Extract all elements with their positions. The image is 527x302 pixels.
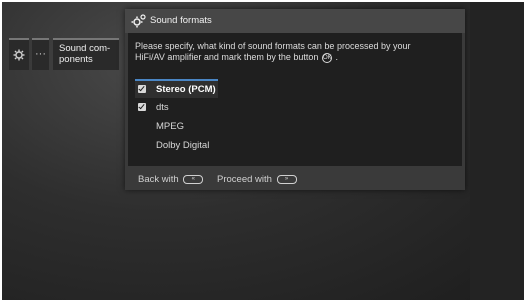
nav-sound-label-line1: Sound com-	[59, 43, 111, 54]
instruction-line-2: HiFi/AV amplifier and mark them by the b…	[135, 52, 455, 63]
dialog-footer: Back with « Proceed with »	[125, 168, 465, 190]
right-side-panel	[470, 2, 524, 300]
rewind-key-icon: «	[183, 174, 204, 184]
dialog-body: Please specify, what kind of sound forma…	[128, 33, 462, 166]
nav-sound-components-label: Sound com- ponents	[53, 40, 119, 65]
instruction-line-1: Please specify, what kind of sound forma…	[135, 41, 411, 51]
option-label: dts	[156, 102, 169, 113]
back-label: Back with	[138, 174, 179, 185]
option-label: Stereo (PCM)	[156, 84, 216, 95]
ok-button-icon: OK	[321, 52, 332, 63]
option-dts[interactable]: dts	[135, 98, 218, 117]
option-stereo-pcm[interactable]: Stereo (PCM)	[135, 79, 218, 98]
option-label: Dolby Digital	[156, 140, 210, 151]
sound-format-list: Stereo (PCM) dts MPEG Dolby Digital	[135, 79, 455, 155]
nav-sound-components-tile[interactable]: Sound com- ponents	[53, 38, 119, 70]
instruction-end: .	[335, 52, 338, 62]
sound-formats-dialog: Sound formats Please specify, what kind …	[125, 9, 465, 190]
checkbox-checked-icon[interactable]	[138, 85, 146, 93]
dialog-title: Sound formats	[150, 15, 212, 26]
checkbox-checked-icon[interactable]	[138, 103, 146, 111]
back-hint[interactable]: Back with «	[138, 174, 204, 185]
option-mpeg[interactable]: MPEG	[135, 117, 218, 136]
gear-icon	[9, 40, 29, 72]
option-dolby-digital[interactable]: Dolby Digital	[135, 136, 218, 155]
gears-icon	[131, 13, 147, 29]
nav-sound-label-line2: ponents	[59, 54, 93, 65]
nav-more-tile[interactable]: ···	[32, 38, 49, 70]
tv-screen: ··· Sound com- ponents Sound formats Ple…	[2, 2, 524, 300]
proceed-hint[interactable]: Proceed with »	[217, 174, 297, 185]
proceed-label: Proceed with	[217, 174, 272, 185]
option-label: MPEG	[156, 121, 184, 132]
nav-settings-tile[interactable]	[9, 38, 29, 70]
dialog-header: Sound formats	[125, 9, 465, 33]
instruction-text: Please specify, what kind of sound forma…	[135, 41, 455, 63]
forward-key-icon: »	[276, 174, 297, 184]
instruction-line-2-text: HiFi/AV amplifier and mark them by the b…	[135, 52, 319, 62]
more-dots: ···	[35, 48, 46, 60]
